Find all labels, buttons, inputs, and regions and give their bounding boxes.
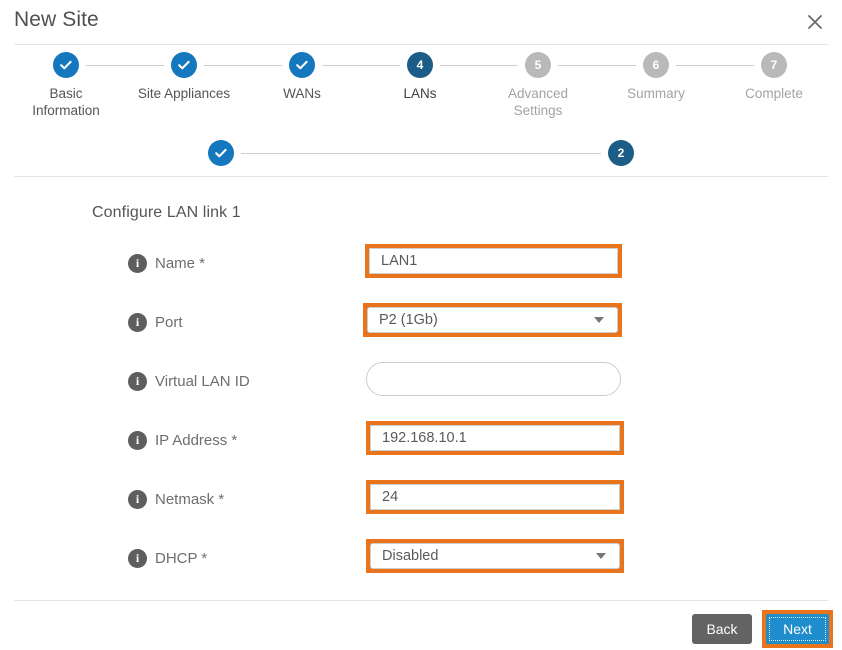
- form-row-port: i Port P2 (1Gb): [0, 303, 842, 362]
- port-select[interactable]: P2 (1Gb): [367, 307, 618, 333]
- field-label-group: i Virtual LAN ID: [128, 370, 250, 392]
- field-label: Virtual LAN ID: [155, 372, 250, 390]
- step-number: 5: [534, 58, 542, 72]
- step-number: 6: [652, 58, 660, 72]
- step-label: LANs: [403, 86, 437, 101]
- field-highlight-name: LAN1: [365, 244, 622, 278]
- field-label: Port: [155, 313, 183, 331]
- new-site-dialog: New Site Basic Information Site Appliance…: [0, 0, 842, 650]
- stepper-divider: [14, 176, 828, 177]
- next-button-highlight: Next: [762, 610, 833, 648]
- field-label-group: i Name *: [128, 252, 205, 274]
- field-label: Name *: [155, 254, 206, 272]
- field-highlight-port: P2 (1Gb): [363, 303, 622, 337]
- step-label: WANs: [283, 86, 321, 101]
- info-icon[interactable]: i: [128, 253, 147, 273]
- field-label-group: i IP Address *: [128, 429, 237, 451]
- substep-connector: [241, 153, 601, 154]
- chevron-down-icon[interactable]: [596, 553, 606, 559]
- virtual-lan-id-input[interactable]: [366, 362, 621, 396]
- stepper-step-complete[interactable]: 7 Complete: [714, 52, 834, 102]
- input-value: 24: [382, 489, 399, 505]
- step-number-badge[interactable]: 5: [525, 52, 551, 78]
- dialog-header: New Site: [0, 0, 842, 44]
- form-row-virtual-lan-id: i Virtual LAN ID: [0, 362, 842, 421]
- form-row-dhcp: i DHCP * Disabled: [0, 539, 842, 598]
- form-row-ip-address: i IP Address * 192.168.10.1: [0, 421, 842, 480]
- step-label: Complete: [745, 86, 803, 101]
- netmask-input[interactable]: 24: [370, 484, 620, 510]
- field-label-group: i Port: [128, 311, 183, 333]
- ip-address-input[interactable]: 192.168.10.1: [370, 425, 620, 451]
- field-label: Netmask *: [155, 490, 225, 508]
- step-label: Site Appliances: [137, 86, 231, 101]
- select-value: P2 (1Gb): [379, 312, 438, 328]
- dhcp-select[interactable]: Disabled: [370, 543, 620, 569]
- field-label-group: i DHCP *: [128, 547, 207, 569]
- substep-number: 2: [617, 146, 625, 160]
- stepper-step-basic-information[interactable]: Basic Information: [6, 52, 126, 119]
- field-label: IP Address *: [155, 431, 238, 449]
- form-row-name: i Name * LAN1: [0, 244, 842, 303]
- info-icon[interactable]: i: [128, 312, 147, 332]
- step-number-badge[interactable]: 4: [407, 52, 433, 78]
- wizard-stepper: Basic Information Site Appliances WANs 4 LAN…: [0, 52, 842, 132]
- step-number: 4: [416, 58, 424, 72]
- step-number: 7: [770, 58, 778, 72]
- page-title: Configure LAN link 1: [92, 204, 241, 221]
- info-icon[interactable]: i: [128, 489, 147, 509]
- next-button[interactable]: Next: [766, 614, 829, 644]
- stepper-step-summary[interactable]: 6 Summary: [596, 52, 716, 102]
- header-divider: [14, 44, 828, 45]
- field-label-group: i Netmask *: [128, 488, 224, 510]
- field-highlight-dhcp: Disabled: [366, 539, 624, 573]
- name-input[interactable]: LAN1: [369, 248, 618, 274]
- stepper-step-advanced-settings[interactable]: 5 Advanced Settings: [478, 52, 598, 119]
- step-number-badge[interactable]: 7: [761, 52, 787, 78]
- input-value: LAN1: [381, 253, 418, 269]
- substep-number-badge[interactable]: 2: [608, 140, 634, 166]
- substep-check-icon[interactable]: [208, 140, 234, 166]
- info-icon[interactable]: i: [128, 371, 147, 391]
- footer-divider: [14, 600, 828, 601]
- stepper-step-site-appliances[interactable]: Site Appliances: [124, 52, 244, 102]
- field-label: DHCP *: [155, 549, 208, 567]
- form-row-netmask: i Netmask * 24: [0, 480, 842, 539]
- step-label: Advanced Settings: [507, 86, 569, 118]
- info-icon[interactable]: i: [128, 430, 147, 450]
- dialog-title: New Site: [14, 8, 99, 31]
- field-wrap-virtual-lan-id: [366, 362, 621, 396]
- step-number-badge[interactable]: 6: [643, 52, 669, 78]
- stepper-step-wans[interactable]: WANs: [242, 52, 362, 102]
- wizard-substepper: 2: [0, 140, 842, 170]
- step-label: Summary: [627, 86, 685, 101]
- field-highlight-netmask: 24: [366, 480, 624, 514]
- step-check-icon[interactable]: [289, 52, 315, 78]
- lan-form: i Name * LAN1 i Port P2 (1Gb) i Virtual LAN ID i…: [0, 244, 842, 598]
- stepper-step-lans[interactable]: 4 LANs: [360, 52, 480, 102]
- step-label: Basic Information: [32, 86, 100, 118]
- step-check-icon[interactable]: [53, 52, 79, 78]
- chevron-down-icon[interactable]: [594, 317, 604, 323]
- step-check-icon[interactable]: [171, 52, 197, 78]
- close-icon[interactable]: [802, 9, 828, 35]
- field-highlight-ip-address: 192.168.10.1: [366, 421, 624, 455]
- back-button[interactable]: Back: [692, 614, 752, 644]
- input-value: 192.168.10.1: [382, 430, 467, 446]
- select-value: Disabled: [382, 548, 439, 564]
- info-icon[interactable]: i: [128, 548, 147, 568]
